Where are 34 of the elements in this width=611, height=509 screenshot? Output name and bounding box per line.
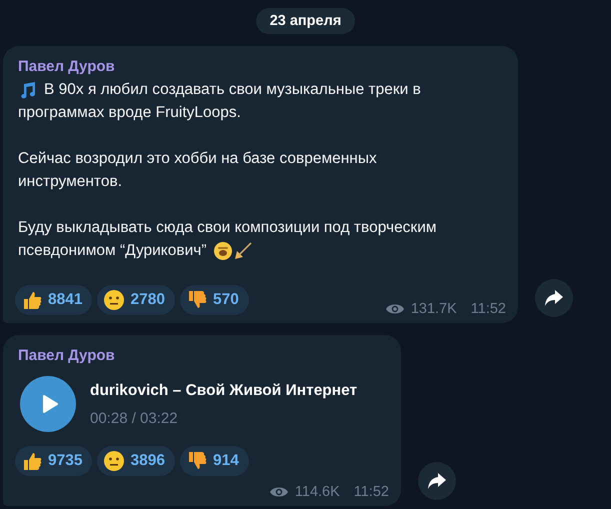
author-name[interactable]: Павел Дуров — [18, 347, 389, 364]
neutral-face-icon — [103, 289, 126, 311]
text-line: В 90х я любил создавать свои музыкальные треки в — [44, 80, 421, 100]
track-time: 00:28 / 03:22 — [90, 410, 179, 426]
author-name[interactable]: Павел Дуров — [18, 58, 506, 75]
views-icon — [384, 302, 405, 316]
message-time: 11:52 — [470, 301, 506, 317]
reaction-chip[interactable]: 9735 — [15, 446, 92, 476]
track-title: durikovich – Свой Живой Интернет — [90, 382, 358, 400]
reaction-chip[interactable]: 914 — [180, 446, 249, 476]
text-line: псевдонимом “Дурикович” — [18, 241, 207, 261]
text-line: программах вроде FruityLoops. — [18, 103, 241, 123]
share-icon — [544, 289, 564, 307]
text-line: инструментов. — [18, 172, 122, 192]
neutral-face-icon — [103, 450, 126, 472]
views-icon — [268, 485, 289, 499]
text-line: Буду выкладывать сюда свои композиции под творческим — [18, 218, 437, 238]
date-badge: 23 апреля — [256, 8, 356, 34]
reaction-chip[interactable]: 3896 — [97, 446, 175, 476]
share-icon — [427, 472, 447, 490]
reaction-chip[interactable]: 2780 — [97, 285, 175, 315]
view-count: 131.7K — [410, 301, 457, 317]
play-icon — [40, 393, 60, 415]
message-time: 11:52 — [354, 484, 389, 500]
thumbs-up-icon — [21, 289, 43, 311]
thumbs-up-icon — [21, 450, 43, 472]
share-button[interactable] — [418, 462, 456, 500]
view-count: 114.6K — [294, 484, 340, 500]
share-button[interactable] — [535, 279, 573, 317]
reaction-chip[interactable]: 8841 — [15, 285, 92, 315]
music-note-icon — [18, 80, 38, 100]
text-line: Сейчас возродил это хобби на базе современных — [18, 149, 377, 169]
reaction-chip[interactable]: 570 — [180, 285, 249, 315]
emoji-icon — [212, 240, 233, 260]
